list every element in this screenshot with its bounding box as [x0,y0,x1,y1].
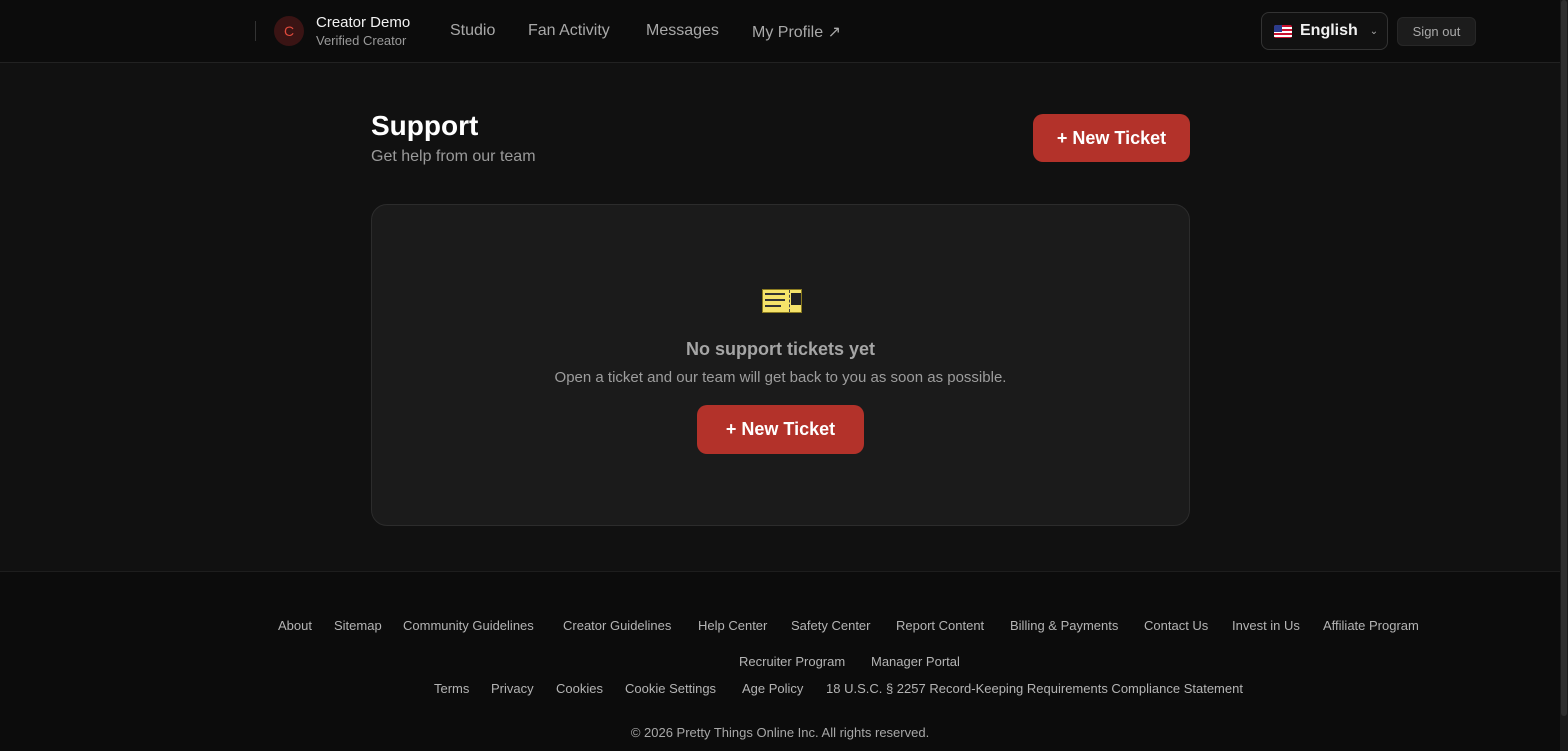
footer-link-creator-guidelines[interactable]: Creator Guidelines [563,618,671,633]
chevron-down-icon: ⌄ [1369,25,1379,37]
footer-link-about[interactable]: About [278,618,312,633]
ticket-icon [762,289,802,313]
empty-state-title: No support tickets yet [685,339,876,359]
header-divider [255,21,256,41]
nav-studio[interactable]: Studio [450,22,495,40]
footer-link-sitemap[interactable]: Sitemap [334,618,382,633]
empty-new-ticket-button[interactable]: + New Ticket [697,405,864,454]
user-name: Creator Demo [316,14,411,31]
copyright: © 2026 Pretty Things Online Inc. All rig… [630,725,930,740]
language-select[interactable]: English ⌄ [1261,12,1388,50]
top-navigation-bar: C Creator Demo Verified Creator Studio F… [0,0,1560,63]
avatar[interactable]: C [274,16,304,46]
nav-messages[interactable]: Messages [646,22,719,40]
footer-link-terms[interactable]: Terms [434,681,469,696]
page-subtitle: Get help from our team [371,148,536,165]
footer-link-cookies[interactable]: Cookies [556,681,603,696]
footer-link-affiliate-program[interactable]: Affiliate Program [1323,618,1419,633]
footer-link-help-center[interactable]: Help Center [698,618,767,633]
footer-link-billing-payments[interactable]: Billing & Payments [1010,618,1118,633]
footer-link-safety-center[interactable]: Safety Center [791,618,871,633]
user-role: Verified Creator [316,33,407,48]
sign-out-button[interactable]: Sign out [1397,17,1476,46]
footer-link-recruiter-program[interactable]: Recruiter Program [739,654,845,669]
footer-link-contact-us[interactable]: Contact Us [1144,618,1208,633]
new-ticket-button[interactable]: + New Ticket [1033,114,1190,162]
footer-link-cookie-settings[interactable]: Cookie Settings [625,681,716,696]
footer-link-2257-statement[interactable]: 18 U.S.C. § 2257 Record-Keeping Requirem… [826,681,1243,696]
empty-state-card: No support tickets yet Open a ticket and… [371,204,1190,526]
us-flag-icon [1274,24,1292,38]
footer-link-report-content[interactable]: Report Content [896,618,984,633]
scrollbar[interactable] [1560,0,1568,751]
language-label: English [1300,22,1358,39]
page-title: Support [371,110,479,141]
footer-link-invest[interactable]: Invest in Us [1232,618,1300,633]
footer-link-community-guidelines[interactable]: Community Guidelines [403,618,534,633]
footer-link-manager-portal[interactable]: Manager Portal [871,654,960,669]
footer-link-privacy[interactable]: Privacy [491,681,534,696]
footer: About Sitemap Community Guidelines Creat… [0,571,1560,751]
nav-my-profile[interactable]: My Profile ↗ [752,22,841,42]
nav-fan-activity[interactable]: Fan Activity [528,22,610,40]
scrollbar-thumb[interactable] [1561,0,1567,716]
empty-state-description: Open a ticket and our team will get back… [554,369,1007,386]
footer-link-age-policy[interactable]: Age Policy [742,681,803,696]
